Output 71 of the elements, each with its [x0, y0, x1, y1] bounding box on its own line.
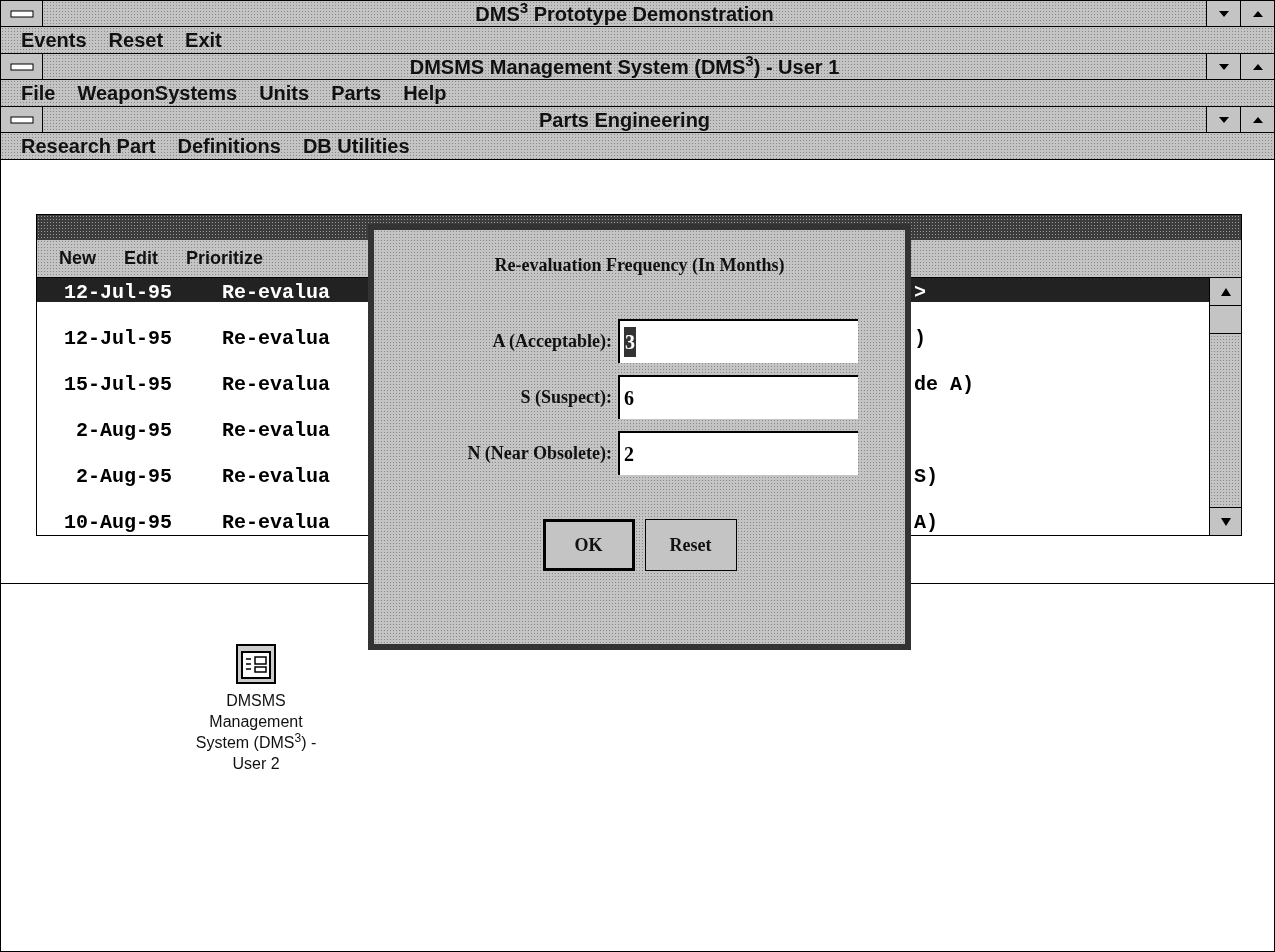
description-cell-text: A)	[914, 510, 938, 535]
date-cell-text: 15-Jul-95	[62, 372, 173, 398]
up-arrow-icon	[1252, 116, 1263, 123]
dialog-title: Re-evaluation Frequency (In Months)	[494, 254, 785, 277]
menu-item[interactable]: Reset	[108, 30, 164, 50]
description-cell-text: Re-evalua	[222, 418, 331, 444]
control-menu-button[interactable]	[1, 1, 43, 26]
description-cell-text: Re-evalua	[222, 510, 331, 535]
menu-item[interactable]: DB Utilities	[302, 136, 410, 156]
menu-item[interactable]: Parts	[331, 83, 382, 103]
menu-item[interactable]: New	[59, 245, 96, 272]
menu-item[interactable]: Edit	[124, 245, 158, 272]
date-cell-text: 2-Aug-95	[75, 418, 173, 444]
up-arrow-icon	[1252, 10, 1263, 17]
menu-item[interactable]: File	[21, 83, 56, 103]
date-cell-text: 2-Aug-95	[75, 464, 173, 490]
scroll-down-button[interactable]	[1210, 507, 1241, 535]
up-arrow-icon	[1252, 63, 1263, 70]
scroll-up-button[interactable]	[1210, 278, 1241, 306]
maximize-button[interactable]	[1240, 54, 1274, 79]
menu-item[interactable]: Definitions	[177, 136, 281, 156]
description-cell-text: Re-evalua	[222, 326, 331, 352]
description-cell-text: Re-evalua	[222, 464, 331, 490]
description-cell-text: S)	[914, 464, 938, 490]
maximize-button[interactable]	[1240, 107, 1274, 132]
field-label: S (Suspect):	[519, 385, 613, 409]
description-cell-text: Re-evalua	[222, 280, 331, 306]
control-menu-button[interactable]	[1, 54, 43, 79]
field-label: N (Near Obsolete):	[466, 441, 613, 465]
minimize-button[interactable]	[1206, 1, 1240, 26]
description-cell-text: >	[914, 280, 926, 306]
application-window-icon	[236, 644, 276, 684]
date-cell-text: 12-Jul-95	[62, 326, 173, 352]
down-arrow-icon	[1218, 63, 1229, 70]
date-cell-text: 12-Jul-95	[62, 280, 173, 306]
minimize-button[interactable]	[1206, 107, 1240, 132]
menu-bar-icon	[9, 62, 34, 71]
menu-bar-icon	[9, 115, 34, 124]
scrollbar[interactable]	[1209, 278, 1241, 535]
menu-item[interactable]: Units	[259, 83, 310, 103]
down-arrow-icon	[1220, 517, 1231, 526]
menu-item[interactable]: Help	[403, 83, 447, 103]
description-cell-text: de A)	[914, 372, 974, 398]
menu-item[interactable]: WeaponSystems	[77, 83, 238, 103]
scroll-thumb[interactable]	[1210, 306, 1241, 334]
input-field[interactable]: 2	[618, 431, 858, 475]
menu-item[interactable]: Events	[21, 30, 87, 50]
menu-item[interactable]: Prioritize	[186, 245, 264, 272]
control-menu-button[interactable]	[1, 107, 43, 132]
input-field[interactable]: 3	[618, 319, 858, 363]
field-label: A (Acceptable):	[491, 329, 613, 353]
date-cell-text: 10-Aug-95	[62, 510, 173, 535]
field-value: 2	[624, 442, 634, 467]
description-cell-text: Re-evalua	[222, 372, 331, 398]
up-arrow-icon	[1220, 287, 1231, 296]
window-title: DMS$^{3}$ Prototype Demonstration	[475, 1, 774, 27]
window-title: Parts Engineering	[538, 107, 711, 133]
field-value: 6	[624, 386, 634, 411]
dialog-button[interactable]: Reset	[644, 519, 737, 571]
icon-label: DMSMS Management System (DMS$^{3}$) - User 2	[194, 691, 318, 774]
down-arrow-icon	[1218, 116, 1229, 123]
menu-item[interactable]: Research Part	[21, 136, 156, 156]
minimize-button[interactable]	[1206, 54, 1240, 79]
dialog-button[interactable]: OK	[542, 519, 635, 571]
window-title: DMSMS Management System (DMS$^{3}$) - User 1	[409, 51, 840, 80]
maximize-button[interactable]	[1240, 1, 1274, 26]
menu-item[interactable]: Exit	[185, 30, 222, 50]
field-value: 3	[624, 327, 636, 357]
menu-bar-icon	[9, 9, 34, 18]
input-field[interactable]: 6	[618, 375, 858, 419]
down-arrow-icon	[1218, 10, 1229, 17]
